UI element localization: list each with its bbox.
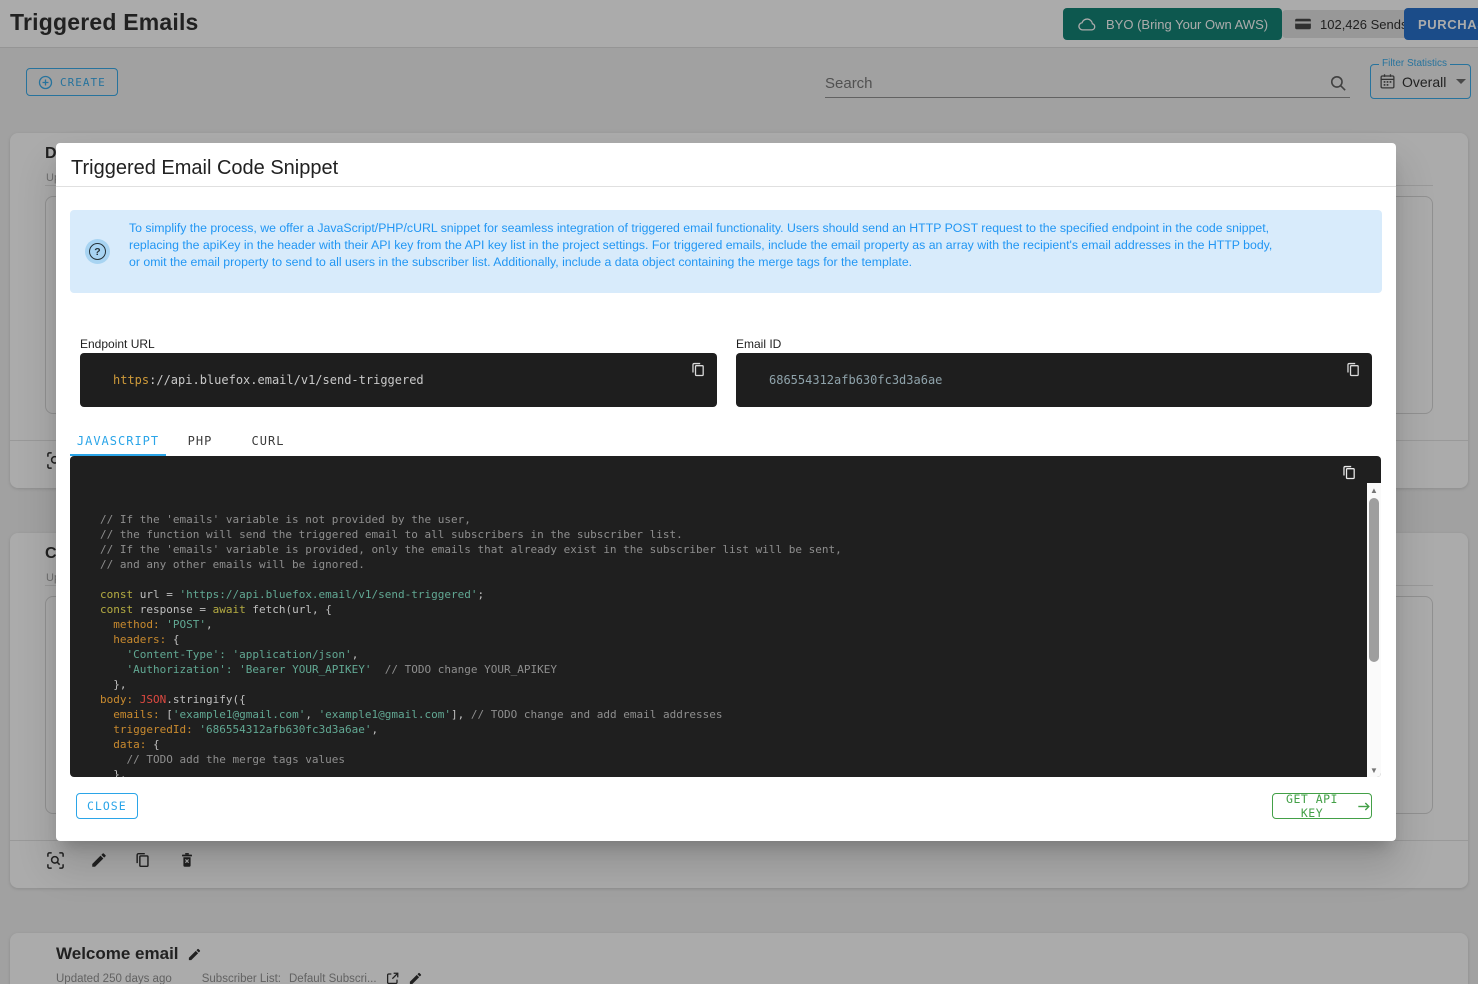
tab-php[interactable]: PHP (166, 425, 234, 456)
language-tabs: JAVASCRIPT PHP CURL (70, 425, 302, 456)
info-alert-text: To simplify the process, we offer a Java… (129, 220, 1279, 271)
scroll-down-icon[interactable]: ▼ (1367, 763, 1381, 777)
close-button[interactable]: CLOSE (76, 793, 138, 819)
code-scrollbar[interactable]: ▲ ▼ (1367, 483, 1381, 777)
get-api-key-button[interactable]: GET API KEY (1272, 793, 1372, 819)
divider (56, 186, 1396, 187)
get-api-key-label: GET API KEY (1273, 792, 1351, 820)
app-screen: Triggered Emails BYO (Bring Your Own AWS… (0, 0, 1478, 984)
endpoint-url-box: https://api.bluefox.email/v1/send-trigge… (80, 353, 717, 407)
code-block: // If the 'emails' variable is not provi… (70, 456, 1381, 777)
code-content: // If the 'emails' variable is not provi… (100, 512, 1361, 777)
endpoint-url-scheme: https (113, 373, 149, 387)
copy-code-icon[interactable] (1341, 464, 1358, 481)
tab-javascript[interactable]: JAVASCRIPT (70, 425, 166, 456)
info-alert: ? To simplify the process, we offer a Ja… (70, 210, 1382, 293)
arrow-right-icon (1357, 801, 1371, 812)
email-id-box: 686554312afb630fc3d3a6ae (736, 353, 1372, 407)
dialog-title: Triggered Email Code Snippet (71, 157, 338, 180)
email-id-label: Email ID (736, 337, 781, 351)
endpoint-url-label: Endpoint URL (80, 337, 155, 351)
scroll-up-icon[interactable]: ▲ (1367, 483, 1381, 497)
copy-email-id-icon[interactable] (1345, 361, 1362, 378)
endpoint-url-value: ://api.bluefox.email/v1/send-triggered (149, 373, 424, 387)
copy-endpoint-icon[interactable] (690, 361, 707, 378)
email-id-value: 686554312afb630fc3d3a6ae (769, 373, 942, 387)
tab-curl[interactable]: CURL (234, 425, 302, 456)
help-icon: ? (85, 239, 110, 264)
scrollbar-thumb[interactable] (1369, 498, 1379, 662)
code-snippet-dialog: Triggered Email Code Snippet ? To simpli… (56, 143, 1396, 841)
